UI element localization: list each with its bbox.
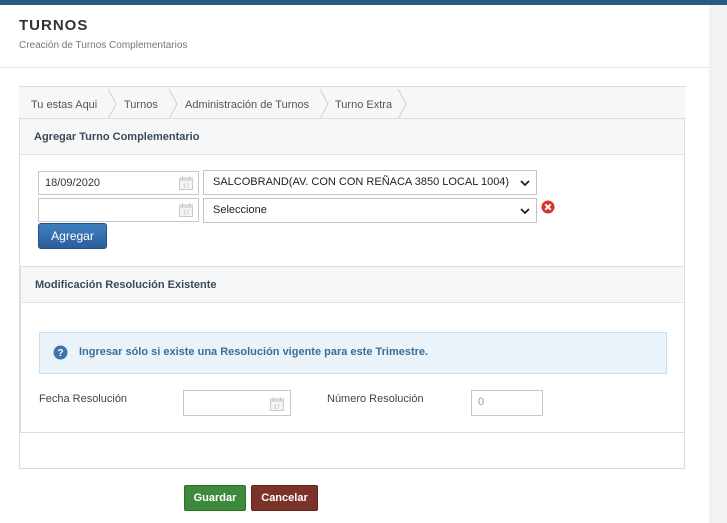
calendar-icon[interactable]: 17: [270, 397, 284, 411]
cancelar-button[interactable]: Cancelar: [251, 485, 318, 511]
numero-resolucion-value: 0: [478, 396, 485, 408]
calendar-icon[interactable]: 17: [179, 203, 193, 217]
svg-text:?: ?: [57, 348, 63, 359]
numero-resolucion-label: Número Resolución: [327, 393, 424, 405]
breadcrumb-separator-icon: [107, 89, 117, 119]
local-select-value: SALCOBRAND(AV. CON CON REÑACA 3850 LOCAL…: [213, 176, 510, 188]
info-alert: ? Ingresar sólo si existe una Resolución…: [39, 332, 667, 374]
right-gutter: [709, 5, 727, 523]
svg-text:17: 17: [183, 184, 189, 190]
breadcrumb-separator-icon: [168, 89, 178, 119]
svg-text:17: 17: [274, 405, 280, 411]
agregar-turno-heading: Agregar Turno Complementario: [20, 119, 684, 155]
svg-text:17: 17: [183, 211, 189, 217]
header-divider: [0, 67, 709, 68]
local-select-value: Seleccione: [213, 204, 267, 216]
page-subtitle: Creación de Turnos Complementarios: [19, 40, 188, 51]
breadcrumb-separator-icon: [397, 89, 407, 119]
fecha-resolucion-input[interactable]: 17: [183, 390, 291, 416]
remove-icon[interactable]: [541, 200, 555, 214]
question-icon: ?: [53, 345, 68, 360]
local-select-1[interactable]: SALCOBRAND(AV. CON CON REÑACA 3850 LOCAL…: [203, 170, 537, 195]
page-title: TURNOS: [19, 17, 89, 34]
breadcrumb: Tu estas Aqui Turnos Administración de T…: [19, 86, 686, 122]
agregar-button[interactable]: Agregar: [38, 223, 107, 249]
local-select-2[interactable]: Seleccione: [203, 198, 537, 223]
guardar-button[interactable]: Guardar: [184, 485, 246, 511]
fecha-resolucion-label: Fecha Resolución: [39, 393, 128, 405]
modificacion-heading: Modificación Resolución Existente: [21, 267, 684, 303]
chevron-down-icon: [520, 208, 530, 215]
fecha-turno-value: 18/09/2020: [45, 177, 101, 189]
breadcrumb-separator-icon: [319, 89, 329, 119]
fecha-turno-input-1[interactable]: 18/09/2020 17: [38, 171, 199, 195]
fecha-turno-input-2[interactable]: 17: [38, 198, 199, 222]
calendar-icon[interactable]: 17: [179, 176, 193, 190]
numero-resolucion-input[interactable]: 0: [471, 390, 543, 416]
chevron-down-icon: [520, 180, 530, 187]
info-alert-text: Ingresar sólo si existe una Resolución v…: [79, 346, 429, 358]
